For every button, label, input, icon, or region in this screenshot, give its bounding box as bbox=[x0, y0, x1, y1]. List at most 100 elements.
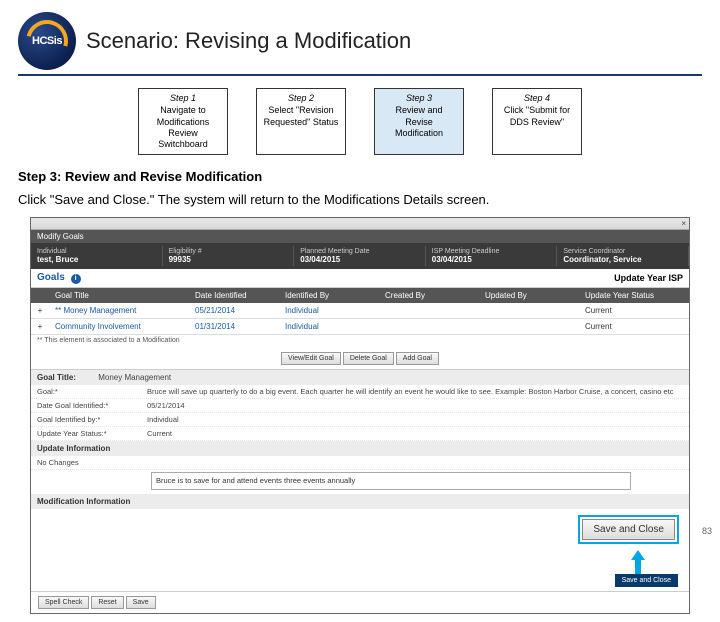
context-cell: ISP Meeting Deadline03/04/2015 bbox=[426, 246, 558, 266]
column-header: Update Year Status bbox=[579, 288, 689, 303]
detail-value: Current bbox=[147, 429, 683, 438]
table-row[interactable]: +** Money Management05/21/2014Individual… bbox=[31, 303, 689, 319]
cell: ** Money Management bbox=[49, 303, 189, 318]
callout-arrow bbox=[31, 550, 689, 574]
step-name: Step 4 bbox=[499, 93, 575, 104]
column-header: Updated By bbox=[479, 288, 579, 303]
column-header: Identified By bbox=[279, 288, 379, 303]
cell bbox=[379, 319, 479, 334]
info-icon[interactable]: i bbox=[71, 274, 81, 284]
goals-header: Goals i Update Year ISP bbox=[31, 269, 689, 288]
cell bbox=[379, 303, 479, 318]
detail-row: Goal:*Bruce will save up quarterly to do… bbox=[31, 385, 689, 399]
view-edit-goal-button[interactable]: View/Edit Goal bbox=[281, 352, 341, 365]
close-icon[interactable]: × bbox=[681, 219, 686, 228]
detail-value: Individual bbox=[147, 415, 683, 424]
cell: Individual bbox=[279, 303, 379, 318]
update-info-header: Update Information bbox=[31, 441, 689, 456]
step-name: Step 1 bbox=[145, 93, 221, 104]
context-bar: Individualtest, BruceEligibility #99935P… bbox=[31, 243, 689, 269]
column-header: Date Identified bbox=[189, 288, 279, 303]
step-body: Navigate to Modifications Review Switchb… bbox=[157, 105, 210, 149]
no-changes-label: No Changes bbox=[37, 458, 147, 467]
arrow-up-icon bbox=[631, 550, 645, 574]
context-value: 99935 bbox=[169, 255, 288, 264]
column-header: Created By bbox=[379, 288, 479, 303]
detail-value: Bruce will save up quarterly to do a big… bbox=[147, 387, 683, 396]
slide-header: HCSis Scenario: Revising a Modification bbox=[18, 12, 702, 76]
table-row[interactable]: +Community Involvement01/31/2014Individu… bbox=[31, 319, 689, 335]
modification-info-header: Modification Information bbox=[31, 494, 689, 509]
detail-key: Date Goal Identified:* bbox=[37, 401, 147, 410]
cell bbox=[479, 319, 579, 334]
context-label: Eligibility # bbox=[169, 248, 288, 255]
step-body: Select "Revision Requested" Status bbox=[264, 105, 339, 126]
instruction-text: Click "Save and Close." The system will … bbox=[18, 192, 702, 207]
update-textarea[interactable]: Bruce is to save for and attend events t… bbox=[151, 472, 631, 490]
context-cell: Eligibility #99935 bbox=[163, 246, 295, 266]
detail-row: Update Year Status:*Current bbox=[31, 427, 689, 441]
detail-row: Goal Identified by:*Individual bbox=[31, 413, 689, 427]
cell: Current bbox=[579, 319, 689, 334]
save-and-close-mini[interactable]: Save and Close bbox=[615, 574, 678, 587]
window-chrome: × bbox=[31, 218, 689, 230]
context-cell: Planned Meeting Date03/04/2015 bbox=[294, 246, 426, 266]
cell bbox=[479, 303, 579, 318]
save-button[interactable]: Save bbox=[126, 596, 156, 609]
context-label: Service Coordinator bbox=[563, 248, 682, 255]
cell: Current bbox=[579, 303, 689, 318]
step-name: Step 3 bbox=[381, 93, 457, 104]
detail-key: Goal:* bbox=[37, 387, 147, 396]
mod-association-note: ** This element is associated to a Modif… bbox=[31, 335, 689, 348]
step-body: Review and Revise Modification bbox=[395, 105, 443, 138]
section-heading: Step 3: Review and Revise Modification bbox=[18, 169, 702, 184]
cell: 05/21/2014 bbox=[189, 303, 279, 318]
goal-title-label: Goal Title: bbox=[37, 373, 76, 382]
detail-key: Goal Identified by:* bbox=[37, 415, 147, 424]
expand-toggle[interactable]: + bbox=[31, 319, 49, 334]
column-header: Goal Title bbox=[49, 288, 189, 303]
step-box-4: Step 4Click "Submit for DDS Review" bbox=[492, 88, 582, 155]
cell: 01/31/2014 bbox=[189, 319, 279, 334]
add-goal-button[interactable]: Add Goal bbox=[396, 352, 439, 365]
goal-action-row: View/Edit GoalDelete GoalAdd Goal bbox=[31, 348, 689, 370]
save-and-close-button[interactable]: Save and Close bbox=[582, 519, 675, 540]
reset-button[interactable]: Reset bbox=[91, 596, 123, 609]
goals-table-header: Goal TitleDate IdentifiedIdentified ByCr… bbox=[31, 288, 689, 303]
logo-text: HCSis bbox=[32, 35, 62, 47]
page-number: 83 bbox=[702, 526, 712, 536]
spell-check-button[interactable]: Spell Check bbox=[38, 596, 89, 609]
context-cell: Service CoordinatorCoordinator, Service bbox=[557, 246, 689, 266]
update-year-label: Update Year ISP bbox=[614, 273, 683, 283]
embedded-screenshot: × Modify Goals Individualtest, BruceElig… bbox=[30, 217, 690, 614]
step-box-1: Step 1Navigate to Modifications Review S… bbox=[138, 88, 228, 155]
column-header bbox=[31, 288, 49, 303]
context-cell: Individualtest, Bruce bbox=[31, 246, 163, 266]
context-label: Planned Meeting Date bbox=[300, 248, 419, 255]
detail-row: Date Goal Identified:*05/21/2014 bbox=[31, 399, 689, 413]
context-value: 03/04/2015 bbox=[300, 255, 419, 264]
cell: Community Involvement bbox=[49, 319, 189, 334]
slide-title: Scenario: Revising a Modification bbox=[86, 28, 411, 54]
context-value: 03/04/2015 bbox=[432, 255, 551, 264]
bottom-button-row: Spell CheckResetSave bbox=[31, 591, 689, 613]
context-value: test, Bruce bbox=[37, 255, 156, 264]
detail-value: 05/21/2014 bbox=[147, 401, 683, 410]
goals-label: Goals bbox=[37, 272, 65, 283]
context-label: ISP Meeting Deadline bbox=[432, 248, 551, 255]
delete-goal-button[interactable]: Delete Goal bbox=[343, 352, 394, 365]
step-name: Step 2 bbox=[263, 93, 339, 104]
no-changes-row: No Changes bbox=[31, 456, 689, 470]
detail-key: Update Year Status:* bbox=[37, 429, 147, 438]
step-box-2: Step 2Select "Revision Requested" Status bbox=[256, 88, 346, 155]
expand-toggle[interactable]: + bbox=[31, 303, 49, 318]
context-value: Coordinator, Service bbox=[563, 255, 682, 264]
hcsis-logo: HCSis bbox=[18, 12, 76, 70]
step-body: Click "Submit for DDS Review" bbox=[504, 105, 570, 126]
cell: Individual bbox=[279, 319, 379, 334]
context-label: Individual bbox=[37, 248, 156, 255]
goal-title-value: Money Management bbox=[98, 373, 171, 382]
goal-detail-header: Goal Title: Money Management bbox=[31, 370, 689, 385]
modal-title: Modify Goals bbox=[31, 230, 689, 243]
step-box-3: Step 3Review and Revise Modification bbox=[374, 88, 464, 155]
